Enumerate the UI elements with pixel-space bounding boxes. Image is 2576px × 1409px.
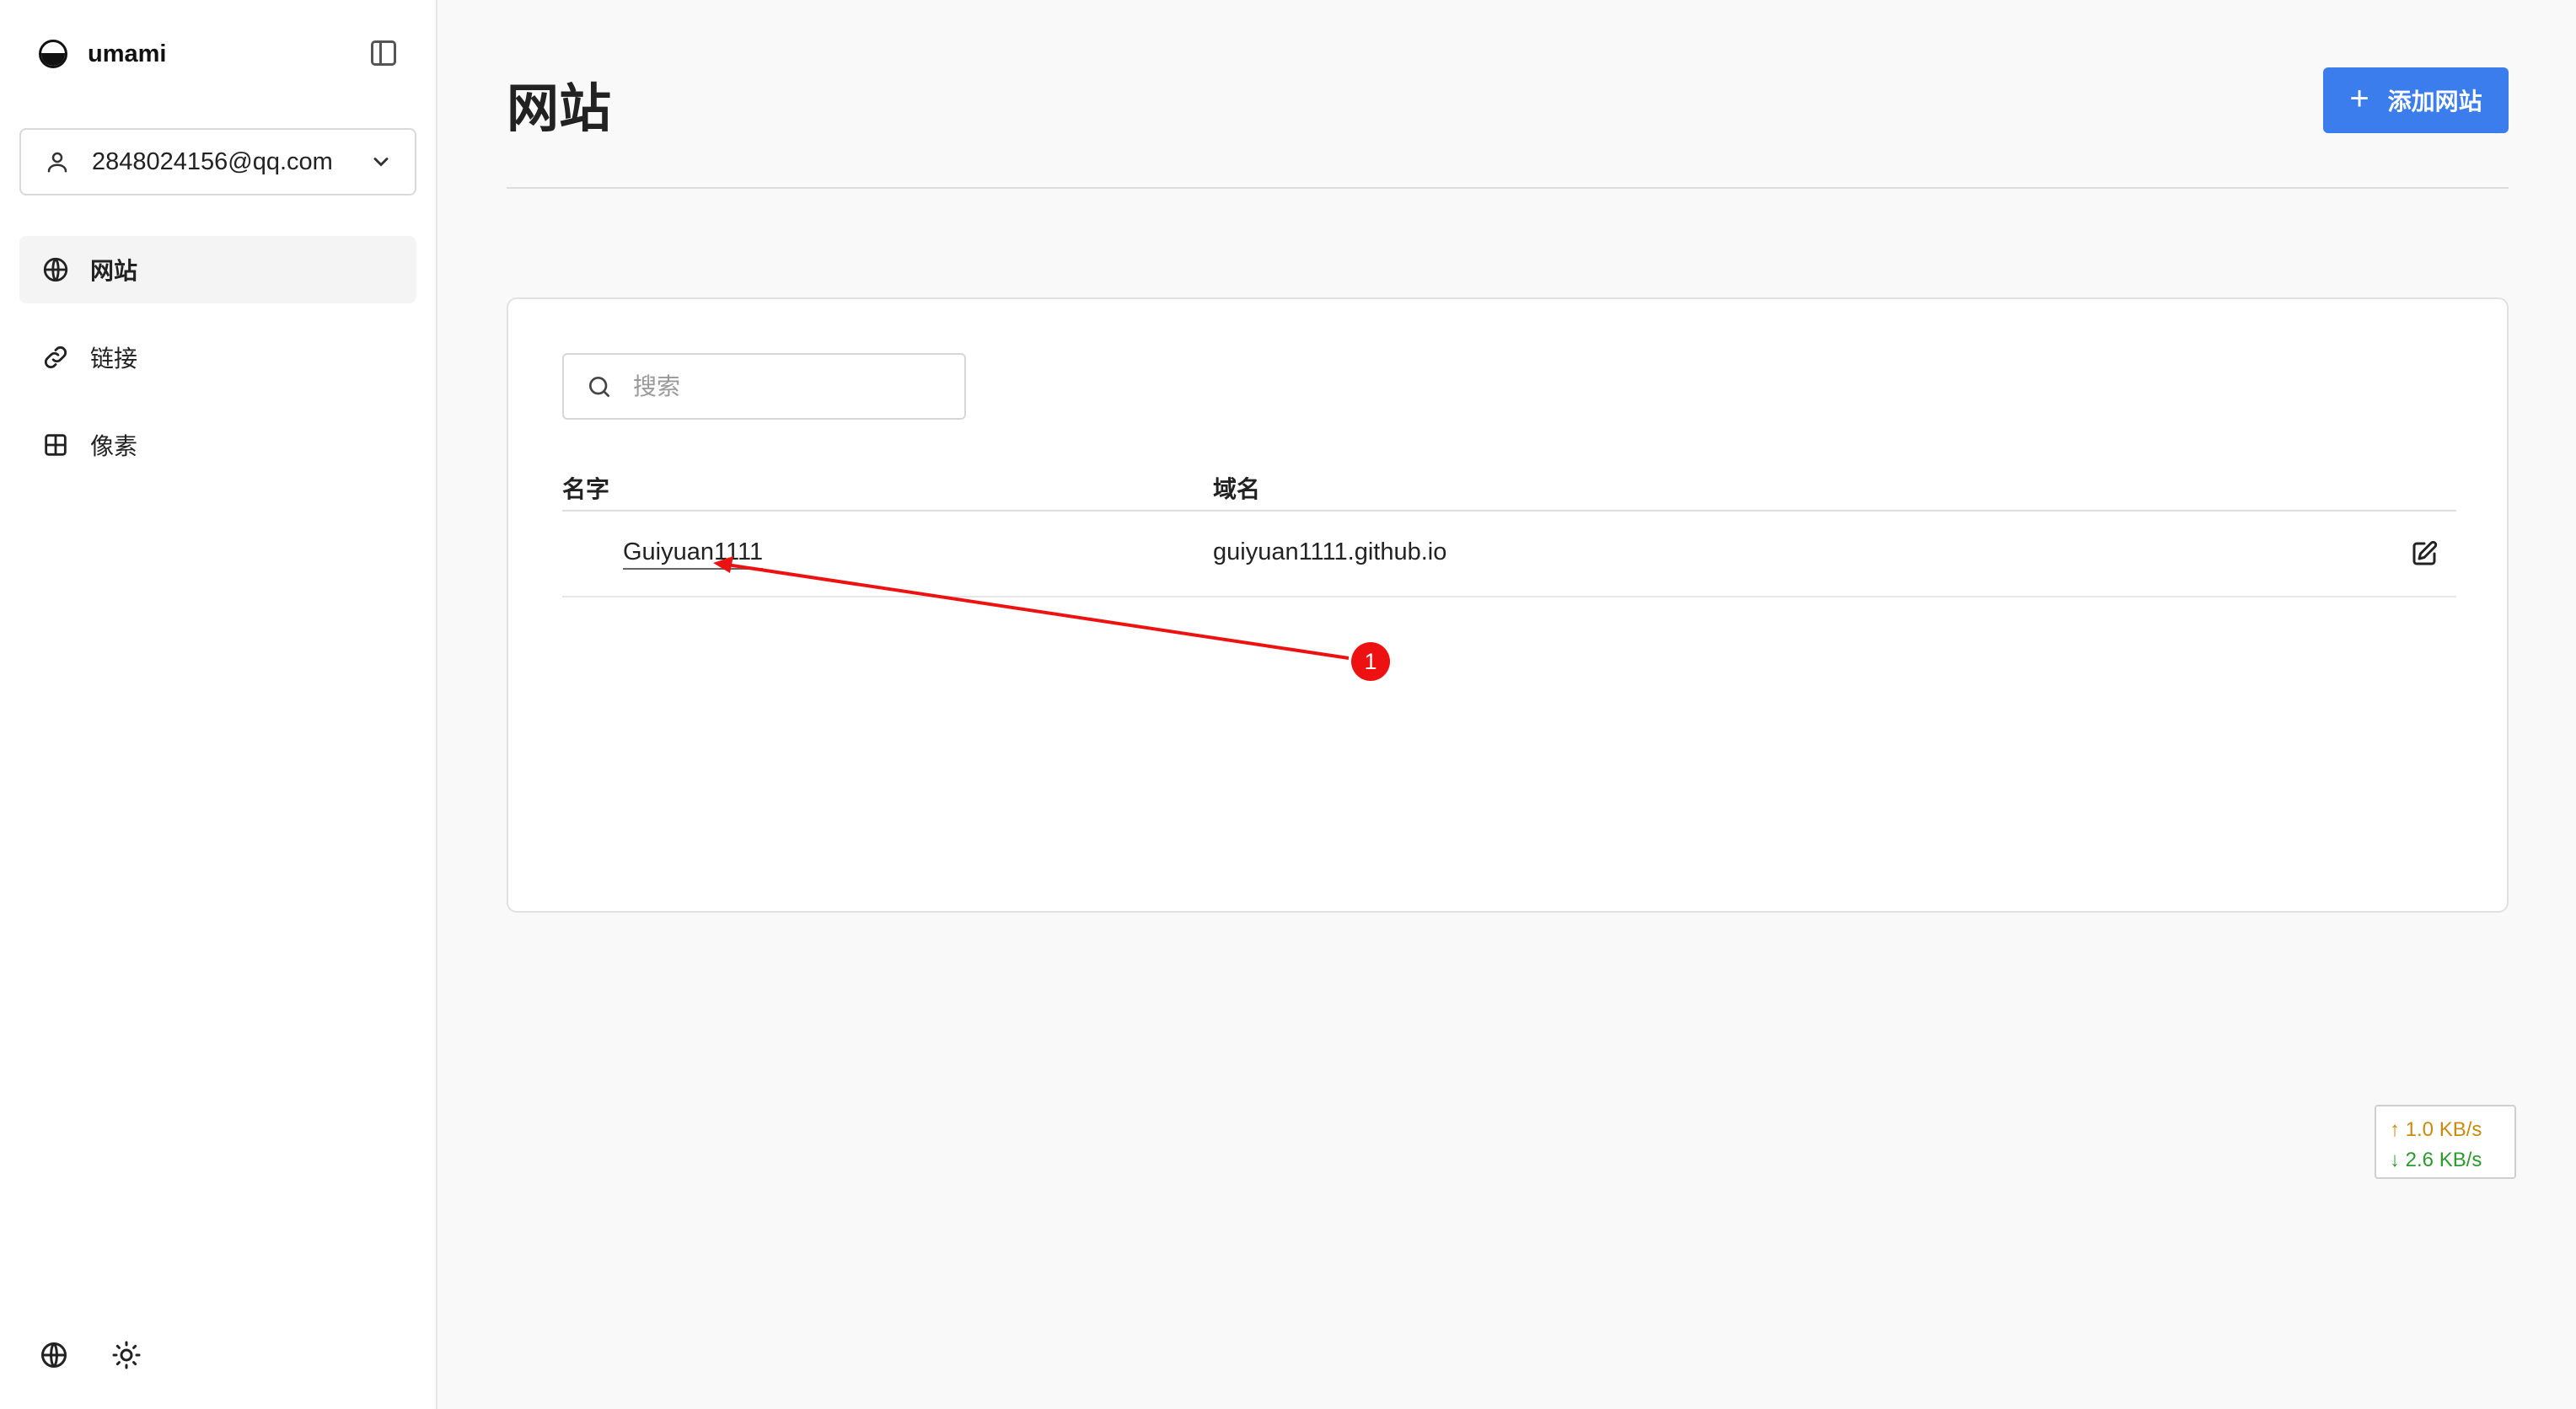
user-icon	[47, 152, 67, 173]
search-box[interactable]	[562, 353, 966, 420]
table-row: Guiyuan1111 guiyuan1111.github.io	[562, 512, 2456, 597]
table-body: Guiyuan1111 guiyuan1111.github.io	[562, 512, 2456, 597]
edit-icon[interactable]	[2409, 538, 2439, 569]
link-icon	[44, 346, 67, 369]
account-selector[interactable]: 2848024156@qq.com	[19, 128, 416, 196]
column-header-name: 名字	[562, 476, 610, 502]
download-speed: ↓ 2.6 KB/s	[2390, 1149, 2482, 1171]
sidebar-item-label: 链接	[90, 346, 138, 372]
language-globe-icon[interactable]	[39, 1340, 69, 1370]
website-domain: guiyuan1111.github.io	[1213, 538, 1447, 565]
network-speed-widget: ↑ 1.0 KB/s ↓ 2.6 KB/s	[2375, 1105, 2516, 1179]
websites-card: 名字 域名 Guiyuan1111 guiyuan1111.github.io	[507, 297, 2509, 913]
sidebar-collapse-icon[interactable]	[371, 40, 396, 66]
website-name-link[interactable]: Guiyuan1111	[623, 538, 764, 570]
add-website-label: 添加网站	[2387, 88, 2482, 115]
plus-icon: +	[2349, 80, 2369, 117]
sidebar-item-label: 网站	[90, 258, 138, 284]
globe-icon	[43, 257, 68, 282]
add-website-button[interactable]: + 添加网站	[2323, 67, 2509, 133]
header-divider	[507, 187, 2509, 189]
page-title: 网站	[507, 80, 612, 138]
table-header: 名字 域名	[562, 459, 2456, 512]
column-header-domain: 域名	[1213, 476, 1261, 502]
chevron-down-icon	[373, 158, 389, 167]
sidebar-item-websites[interactable]: 网站	[19, 236, 416, 303]
sidebar-footer	[39, 1340, 142, 1370]
sidebar-item-pixels[interactable]: 像素	[19, 411, 416, 479]
sidebar-nav: 网站 链接 像素	[19, 236, 416, 499]
search-icon	[589, 376, 609, 397]
app-window: umami 2848024156@qq.com 网站 链接 像素 网站 + 添加…	[0, 0, 2576, 1409]
sidebar-item-label: 像素	[90, 433, 138, 459]
upload-speed: ↑ 1.0 KB/s	[2390, 1118, 2482, 1141]
search-input[interactable]	[633, 372, 953, 400]
account-email: 2848024156@qq.com	[92, 147, 333, 175]
grid-icon	[45, 434, 67, 456]
brand-name: umami	[88, 40, 167, 67]
brand[interactable]: umami	[39, 37, 166, 71]
sun-icon[interactable]	[111, 1340, 142, 1370]
umami-logo-icon	[39, 40, 67, 68]
sidebar-item-links[interactable]: 链接	[19, 324, 416, 391]
websites-table: 名字 域名 Guiyuan1111 guiyuan1111.github.io	[562, 459, 2456, 597]
annotation-badge: 1	[1351, 642, 1390, 681]
sidebar: umami 2848024156@qq.com 网站 链接 像素	[0, 0, 437, 1409]
